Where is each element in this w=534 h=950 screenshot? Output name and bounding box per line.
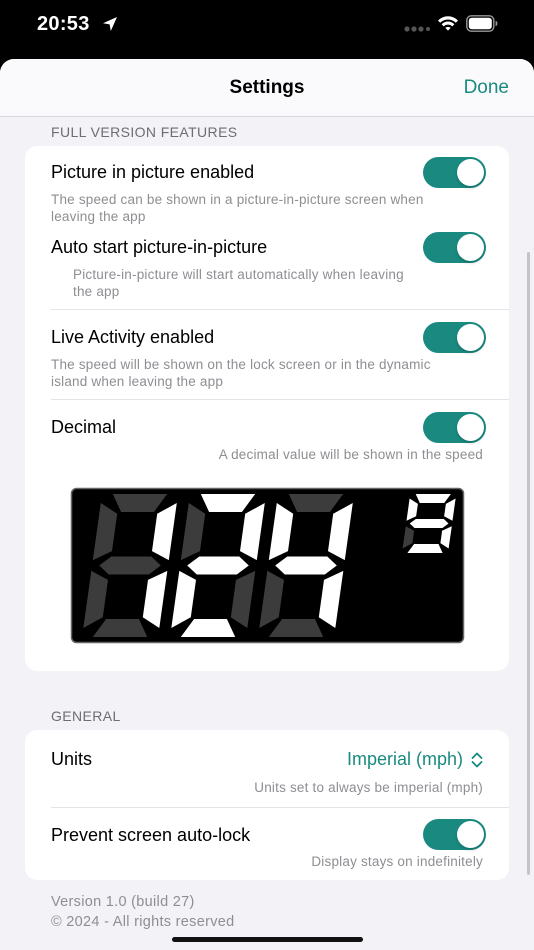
- live-activity-subtitle: The speed will be shown on the lock scre…: [51, 357, 431, 390]
- digit-segment-g: [99, 556, 161, 575]
- status-bar: 20:53: [0, 0, 534, 58]
- live-activity-toggle[interactable]: [423, 322, 486, 353]
- auto-pip-title: Auto start picture-in-picture: [51, 237, 268, 257]
- scroll-indicator[interactable]: [527, 252, 530, 875]
- wifi-icon: [438, 16, 458, 31]
- prevent-lock-title: Prevent screen auto-lock: [51, 825, 251, 845]
- units-title: Units: [51, 749, 93, 769]
- pip-toggle[interactable]: [423, 157, 486, 188]
- section-header-full-version: FULL VERSION FEATURES: [51, 124, 238, 140]
- speed-preview-display: [70, 487, 465, 644]
- row-divider: [51, 309, 509, 310]
- toggle-knob: [457, 234, 484, 261]
- pip-title: Picture in picture enabled: [51, 162, 255, 182]
- auto-pip-subtitle-line1: Picture-in-picture will start automatica…: [73, 267, 404, 282]
- digit-segment-g: [187, 556, 249, 575]
- pip-subtitle-line1: The speed can be shown in a picture-in-p…: [51, 192, 424, 207]
- location-arrow-icon: [103, 17, 117, 31]
- decimal-title: Decimal: [51, 417, 117, 437]
- full-version-card: Picture in picture enabled The speed can…: [25, 146, 509, 671]
- toggle-knob: [457, 324, 484, 351]
- navigation-bar: Settings Done: [0, 59, 534, 117]
- home-indicator[interactable]: [172, 937, 363, 942]
- row-divider: [51, 399, 509, 400]
- toggle-knob: [457, 414, 484, 441]
- live-activity-subtitle-line1: The speed will be shown on the lock scre…: [51, 357, 431, 372]
- units-subtitle: Units set to always be imperial (mph): [254, 780, 483, 795]
- toggle-knob: [457, 821, 484, 848]
- pip-subtitle: The speed can be shown in a picture-in-p…: [51, 192, 424, 225]
- units-picker-value[interactable]: Imperial (mph): [347, 749, 463, 770]
- row-divider: [51, 807, 509, 808]
- toggle-knob: [457, 159, 484, 186]
- copyright-text: © 2024 - All rights reserved: [51, 914, 235, 930]
- pip-subtitle-line2: leaving the app: [51, 208, 146, 224]
- done-button[interactable]: Done: [464, 77, 509, 99]
- live-activity-title: Live Activity enabled: [51, 327, 215, 347]
- chevron-up-down-icon[interactable]: [470, 751, 484, 769]
- section-header-general: GENERAL: [51, 708, 121, 724]
- auto-pip-subtitle-line2: the app: [73, 283, 120, 299]
- status-time: 20:53: [37, 13, 90, 35]
- page-title: Settings: [229, 77, 305, 98]
- decimal-subtitle: A decimal value will be shown in the spe…: [218, 447, 483, 462]
- digit-segment-g: [275, 556, 337, 575]
- auto-pip-subtitle: Picture-in-picture will start automatica…: [73, 267, 404, 300]
- cellular-signal-icon: [404, 26, 430, 32]
- digit-segment-g: [409, 519, 449, 528]
- settings-sheet: Settings Done FULL VERSION FEATURES Pict…: [0, 59, 534, 950]
- general-card: Units Imperial (mph) Units set to always…: [25, 730, 509, 880]
- live-activity-subtitle-line2: island when leaving the app: [51, 373, 224, 389]
- battery-icon: [466, 15, 498, 32]
- prevent-lock-toggle[interactable]: [423, 819, 486, 850]
- auto-pip-toggle[interactable]: [423, 232, 486, 263]
- prevent-lock-subtitle: Display stays on indefinitely: [311, 854, 483, 869]
- version-text: Version 1.0 (build 27): [51, 894, 195, 910]
- decimal-toggle[interactable]: [423, 412, 486, 443]
